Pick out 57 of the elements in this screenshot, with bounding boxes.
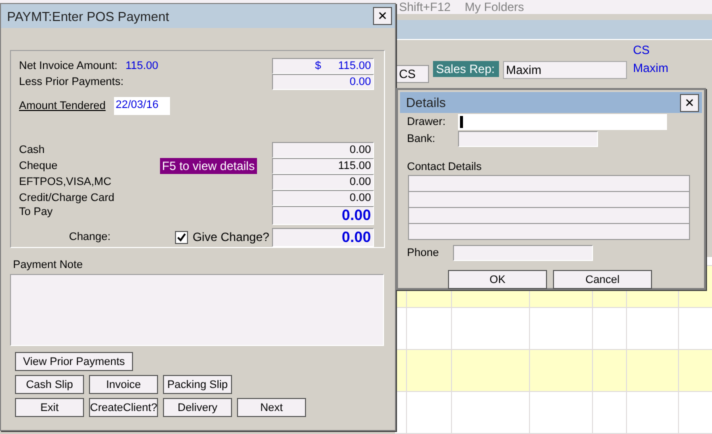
hint-label: F5 to view details — [160, 158, 257, 174]
menu-item[interactable]: Shift+F12 — [399, 0, 451, 14]
payment-note-field[interactable] — [10, 274, 384, 346]
payment-amount-field[interactable]: 0.00 — [272, 174, 374, 190]
action-button[interactable]: Exit — [15, 398, 84, 417]
close-button[interactable]: ✕ — [680, 94, 699, 112]
sales-rep-field[interactable]: Maxim — [503, 61, 627, 80]
change-label: Change: — [69, 231, 111, 244]
payment-method-label: Cash — [19, 144, 45, 156]
window-title: Details — [406, 95, 446, 110]
drawer-field[interactable] — [458, 114, 667, 130]
action-button[interactable]: Delivery — [163, 398, 232, 417]
close-button[interactable]: ✕ — [373, 7, 392, 25]
payment-amount-field[interactable]: 115.00 — [272, 158, 374, 174]
action-button[interactable]: Next — [237, 398, 306, 417]
drawer-label: Drawer: — [407, 116, 447, 128]
payment-amount-field[interactable]: 0.00 — [272, 142, 374, 158]
payment-method-label: EFTPOS,VISA,MC — [19, 176, 112, 188]
payment-method-label: Credit/Charge Card — [19, 192, 114, 204]
contact-line-field[interactable] — [409, 176, 689, 192]
give-change-label: Give Change? — [192, 230, 270, 244]
bank-field[interactable] — [458, 130, 598, 146]
payment-note-label: Payment Note — [13, 259, 84, 271]
grid-row[interactable] — [395, 350, 712, 392]
sales-rep-label: Sales Rep: — [433, 61, 499, 78]
net-invoice-field[interactable]: $ 115.00 — [272, 58, 374, 74]
to-pay-field: 0.00 — [272, 206, 374, 225]
net-invoice-value: 115.00 — [125, 60, 158, 72]
payment-method-label: Cheque — [19, 160, 58, 172]
dialog-button[interactable]: Cancel — [553, 270, 652, 289]
contact-line-field[interactable] — [409, 192, 689, 208]
action-button[interactable]: View Prior Payments — [15, 352, 133, 371]
payment-amount-field[interactable]: 0.00 — [272, 190, 374, 206]
less-prior-field[interactable]: 0.00 — [272, 74, 374, 90]
action-button[interactable]: Packing Slip — [163, 375, 232, 394]
action-button[interactable]: CreateClient? — [89, 398, 158, 417]
contact-line-field[interactable] — [409, 208, 689, 224]
rep-name: Maxim — [633, 61, 668, 76]
net-invoice-label: Net Invoice Amount: — [19, 60, 118, 72]
amount-tendered-label: Amount Tendered — [19, 100, 106, 112]
menu-item[interactable]: My Folders — [464, 0, 524, 14]
phone-label: Phone — [407, 246, 440, 258]
contact-details-label: Contact Details — [407, 161, 483, 173]
change-field: 0.00 — [272, 228, 374, 247]
bank-label: Bank: — [407, 132, 436, 144]
code-label: CS — [633, 43, 650, 58]
window-title: PAYMT:Enter POS Payment — [7, 8, 170, 24]
amount-tendered-field[interactable]: 22/03/16 — [114, 97, 170, 115]
tab[interactable]: CS — [395, 65, 429, 84]
action-button[interactable]: Cash Slip — [15, 375, 84, 394]
contact-line-field[interactable] — [409, 224, 689, 239]
less-prior-label: Less Prior Payments: — [19, 76, 124, 88]
to-pay-label: To Pay — [19, 206, 53, 218]
phone-field[interactable] — [453, 244, 593, 260]
dialog-button[interactable]: OK — [448, 270, 547, 289]
checkbox[interactable] — [174, 230, 188, 244]
action-button[interactable]: Invoice — [89, 375, 158, 394]
